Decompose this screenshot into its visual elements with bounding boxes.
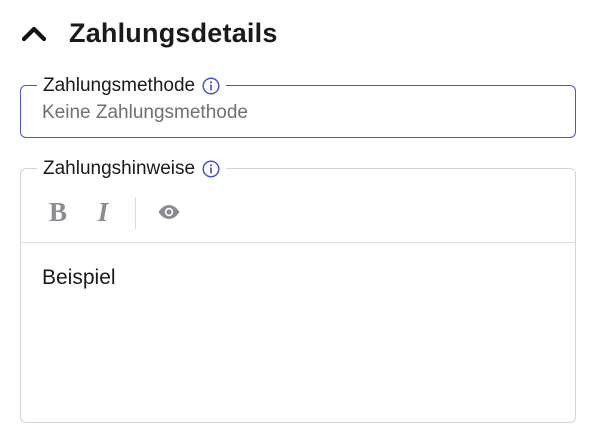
payment-method-input[interactable] <box>42 102 542 124</box>
payment-notes-field: Zahlungshinweise B I Beispiel <box>20 158 576 423</box>
payment-method-legend: Zahlungsmethode <box>37 75 227 97</box>
chevron-up-icon[interactable] <box>20 19 48 47</box>
eye-icon[interactable] <box>154 195 184 229</box>
notes-editor[interactable]: Beispiel <box>42 266 554 412</box>
editor-toolbar: B I <box>21 169 575 243</box>
section-header: Zahlungsdetails <box>20 14 278 52</box>
bold-button[interactable]: B <box>43 195 73 229</box>
payment-method-label: Zahlungsmethode <box>43 75 196 96</box>
italic-button[interactable]: I <box>88 195 118 229</box>
section-title: Zahlungsdetails <box>69 17 278 48</box>
info-icon[interactable] <box>202 77 220 95</box>
payment-method-field[interactable]: Zahlungsmethode <box>20 75 576 138</box>
toolbar-divider <box>135 197 136 229</box>
